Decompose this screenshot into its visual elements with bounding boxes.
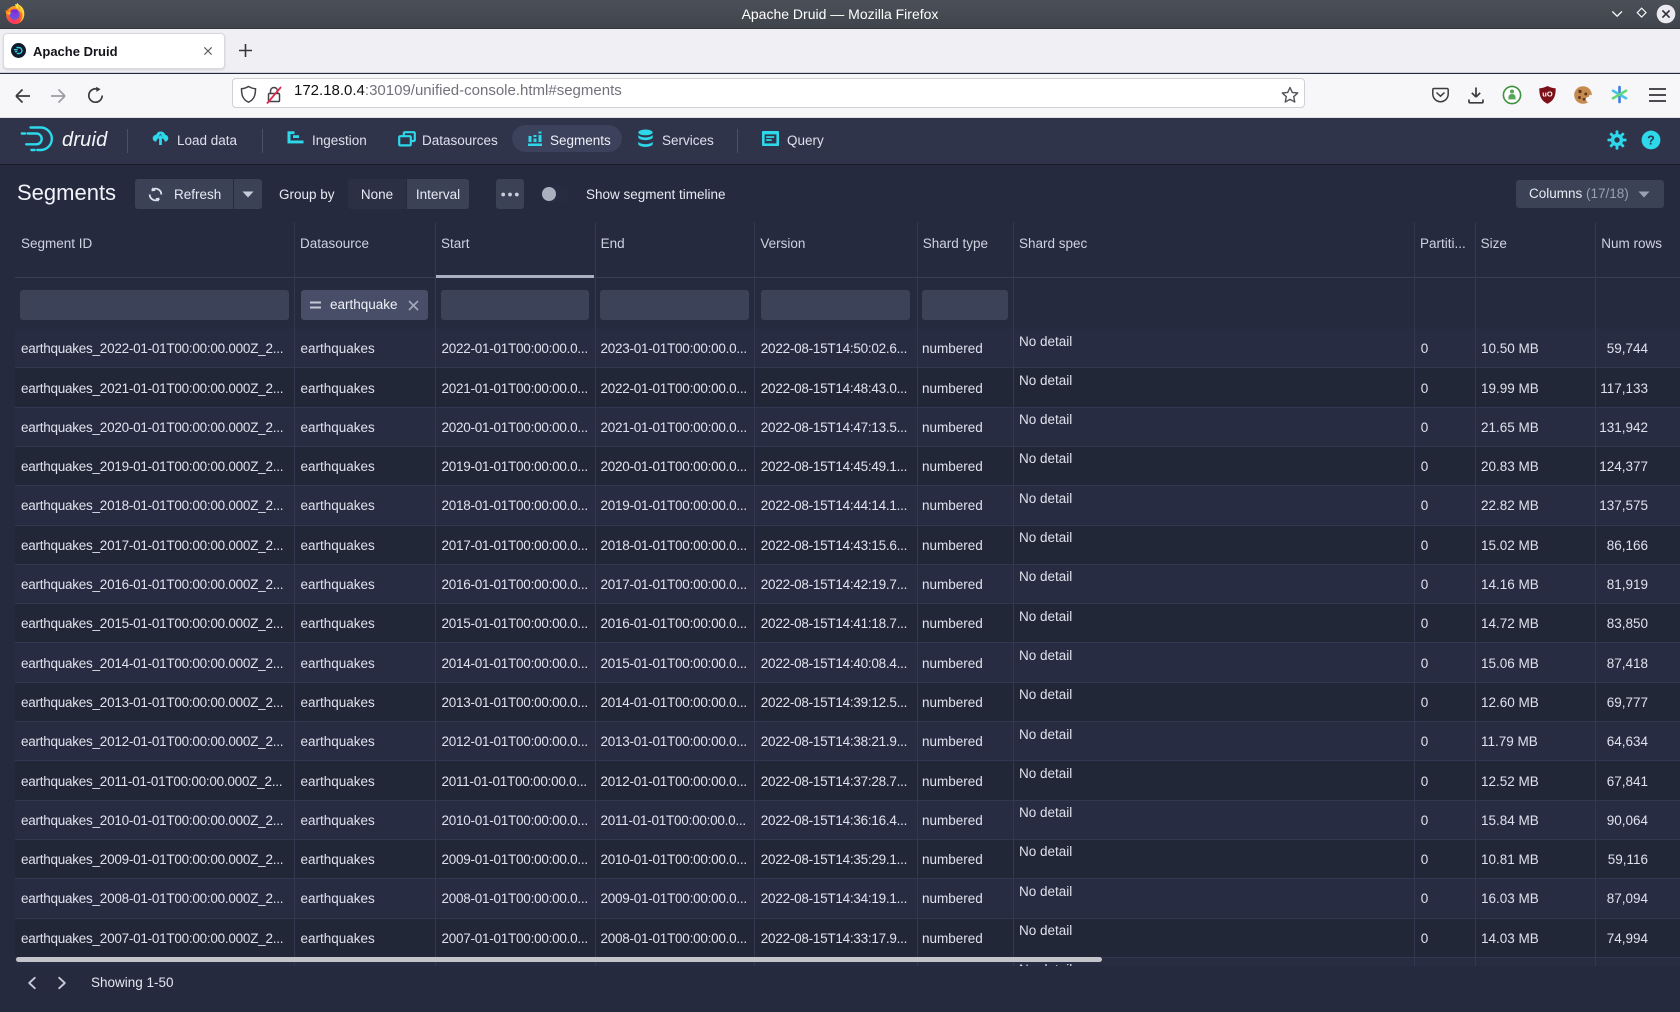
svg-text:uO: uO: [1542, 90, 1553, 99]
svg-text:?: ?: [1647, 134, 1655, 148]
